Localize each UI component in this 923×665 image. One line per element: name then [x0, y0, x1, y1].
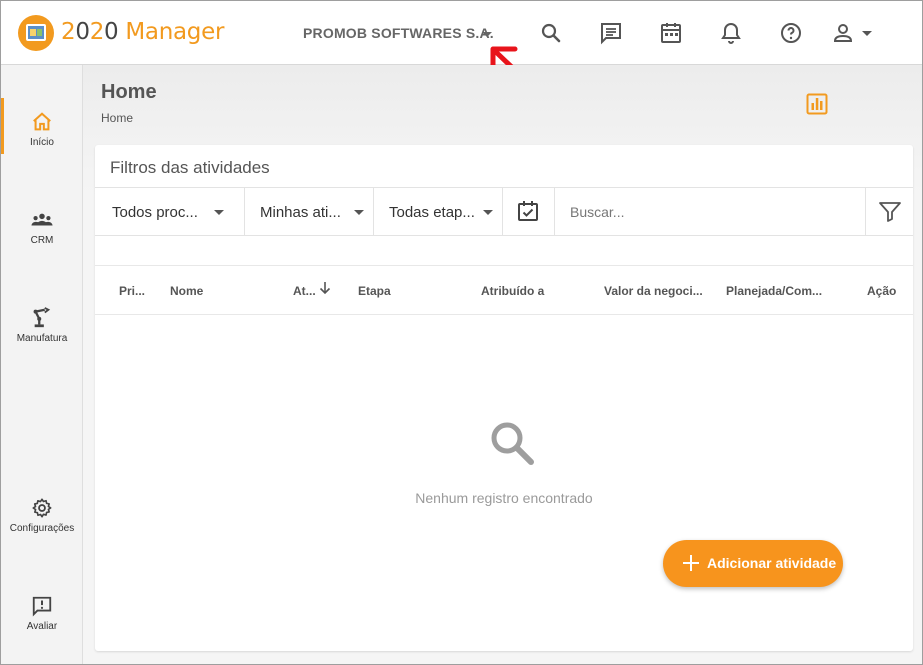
user-icon[interactable]	[831, 21, 855, 45]
home-icon	[33, 112, 51, 131]
caret-down-icon	[214, 210, 224, 215]
col-activity[interactable]: At...	[293, 284, 316, 298]
app-window: 2020 Manager PROMOB SOFTWARES S.A. Iníci…	[0, 0, 923, 665]
filters-title: Filtros das atividades	[110, 158, 270, 177]
sidebar-item-label: CRM	[30, 235, 54, 246]
process-select[interactable]: Todos proc...	[95, 188, 245, 235]
add-activity-button[interactable]: Adicionar atividade	[663, 540, 843, 587]
sidebar-item-manufatura[interactable]: Manufatura	[1, 307, 83, 344]
filter-button[interactable]	[865, 188, 913, 235]
sidebar-item-inicio[interactable]: Início	[1, 111, 83, 148]
table-header: Pri... Nome At... Etapa Atribuído a Valo…	[95, 265, 913, 315]
col-deal-value[interactable]: Valor da negoci...	[604, 284, 703, 298]
search-input[interactable]	[555, 188, 864, 235]
done-toggle-button[interactable]	[503, 188, 555, 235]
feedback-icon	[32, 596, 52, 617]
top-bar: 2020 Manager PROMOB SOFTWARES S.A.	[1, 1, 922, 65]
robot-arm-icon	[33, 307, 51, 328]
col-name[interactable]: Nome	[170, 284, 203, 298]
sort-down-icon[interactable]	[318, 281, 332, 295]
caret-down-icon	[354, 210, 364, 215]
app-logo-icon	[18, 15, 54, 51]
caret-down-icon	[483, 210, 493, 215]
sidebar-item-label: Manufatura	[16, 333, 68, 344]
help-icon[interactable]	[779, 21, 803, 45]
chat-icon[interactable]	[599, 21, 623, 45]
user-menu-caret-icon[interactable]	[862, 31, 872, 36]
col-planned[interactable]: Planejada/Com...	[726, 284, 822, 298]
sidebar-item-label: Início	[30, 137, 54, 148]
bar-chart-icon[interactable]	[806, 93, 828, 115]
col-stage[interactable]: Etapa	[358, 284, 391, 298]
main-content: Home Home Filtros das atividades Todos p…	[83, 65, 922, 664]
company-selector[interactable]: PROMOB SOFTWARES S.A.	[303, 25, 494, 41]
mine-select[interactable]: Minhas ati...	[245, 188, 374, 235]
sidebar-item-crm[interactable]: CRM	[1, 209, 83, 246]
checklist-icon	[518, 201, 538, 221]
sidebar-item-avaliar[interactable]: Avaliar	[1, 595, 83, 632]
col-assigned[interactable]: Atribuído a	[481, 284, 544, 298]
caret-down-icon[interactable]	[482, 32, 492, 37]
search-empty-icon	[491, 422, 534, 465]
app-title: 2020 Manager	[61, 19, 225, 45]
gear-icon	[32, 498, 52, 518]
sidebar-item-label: Avaliar	[26, 621, 58, 632]
calendar-icon[interactable]	[659, 21, 683, 45]
sidebar: Início CRM Manufatura Configurações Aval…	[1, 65, 83, 664]
sidebar-item-label: Configurações	[9, 523, 75, 534]
col-priority[interactable]: Pri...	[119, 284, 145, 298]
people-icon	[31, 213, 53, 226]
plus-icon	[683, 555, 699, 571]
breadcrumb[interactable]: Home	[101, 111, 133, 125]
page-title: Home	[101, 81, 157, 103]
stages-select[interactable]: Todas etap...	[374, 188, 503, 235]
col-action: Ação	[867, 284, 897, 298]
activities-card: Filtros das atividades Todos proc... Min…	[95, 145, 913, 651]
filter-icon	[879, 202, 901, 222]
bell-icon[interactable]	[719, 21, 743, 45]
filter-bar: Todos proc... Minhas ati... Todas etap..…	[95, 187, 913, 236]
empty-state-message: Nenhum registro encontrado	[415, 490, 593, 506]
sidebar-item-configuracoes[interactable]: Configurações	[1, 497, 83, 534]
